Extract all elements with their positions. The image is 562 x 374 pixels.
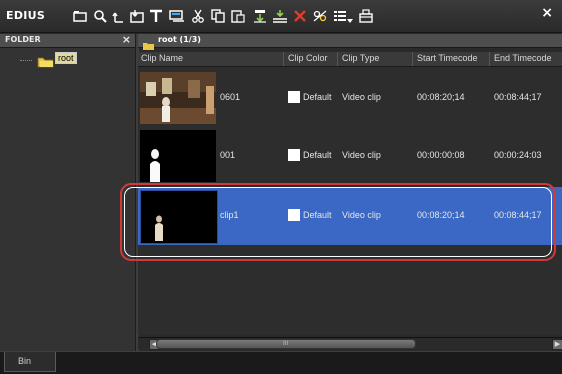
column-clip-type[interactable]: Clip Type (342, 53, 379, 63)
add-sequence-icon[interactable] (169, 8, 185, 24)
column-separator (337, 52, 338, 66)
clip-color-swatch[interactable] (288, 91, 300, 103)
bin-window: EDIUS × FOLDER × root root (1/3) Clip Na… (0, 0, 562, 374)
column-header-row: Clip Name Clip Color Clip Type Start Tim… (138, 52, 562, 67)
start-timecode: 00:08:20;14 (417, 210, 465, 220)
tab-bin-label: Bin (18, 356, 32, 366)
column-separator (489, 52, 490, 66)
cut-icon[interactable] (190, 8, 206, 24)
clip-thumbnail[interactable] (140, 190, 218, 244)
clip-list: 0601 Default Video clip 00:08:20;14 00:0… (138, 67, 562, 335)
chevron-down-icon[interactable] (346, 13, 354, 29)
toolbar: EDIUS × (0, 0, 562, 33)
tab-bin[interactable]: Bin (4, 352, 56, 372)
end-timecode: 00:00:24:03 (494, 150, 542, 160)
table-row[interactable]: 0601 Default Video clip 00:08:20;14 00:0… (138, 69, 562, 127)
folder-panel-close-icon[interactable]: × (122, 33, 131, 46)
properties-icon[interactable] (312, 8, 328, 24)
clip-color: Default (303, 150, 332, 160)
search-icon[interactable] (92, 8, 108, 24)
paste-icon[interactable] (230, 8, 246, 24)
clip-panel-header: root (1/3) (138, 34, 562, 50)
app-logo: EDIUS (6, 9, 46, 22)
column-end-timecode[interactable]: End Timecode (494, 53, 552, 63)
bottom-tab-bar (0, 351, 562, 374)
end-timecode: 00:08:44;17 (494, 210, 542, 220)
clip-name: clip1 (220, 210, 239, 220)
copy-icon[interactable] (210, 8, 226, 24)
column-separator (412, 52, 413, 66)
current-folder-label: root (1/3) (158, 35, 201, 44)
clip-thumbnail[interactable] (140, 72, 216, 124)
clip-type: Video clip (342, 150, 381, 160)
clip-color: Default (303, 210, 332, 220)
table-row[interactable]: 001 Default Video clip 00:00:00:08 00:00… (138, 127, 562, 185)
folder-tree: root (0, 48, 135, 351)
column-clip-name[interactable]: Clip Name (141, 53, 183, 63)
clip-type: Video clip (342, 210, 381, 220)
scrollbar-thumb[interactable]: III (156, 339, 416, 349)
folder-panel-header: FOLDER × (0, 33, 135, 48)
title-icon[interactable] (148, 8, 164, 24)
start-timecode: 00:00:00:08 (417, 150, 465, 160)
scrollbar-grip: III (283, 340, 289, 347)
tree-item-root[interactable]: root (55, 52, 77, 64)
scroll-right-icon[interactable]: ▶ (552, 339, 562, 350)
folder-icon (37, 53, 54, 72)
clip-color-swatch[interactable] (288, 209, 300, 221)
clip-type: Video clip (342, 92, 381, 102)
new-bin-icon[interactable] (72, 8, 88, 24)
tree-connector (20, 60, 32, 61)
column-start-timecode[interactable]: Start Timecode (417, 53, 478, 63)
bin-menu-icon[interactable] (358, 8, 374, 24)
end-timecode: 00:08:44;17 (494, 92, 542, 102)
up-folder-icon[interactable] (110, 8, 126, 24)
delete-icon[interactable] (292, 8, 308, 24)
add-to-timeline-icon[interactable] (252, 8, 268, 24)
clip-thumbnail[interactable] (140, 130, 216, 182)
clip-color-swatch[interactable] (288, 149, 300, 161)
horizontal-scrollbar[interactable]: ◀ III ▶ (138, 337, 562, 350)
table-row-selected[interactable]: clip1 Default Video clip 00:08:20;14 00:… (138, 187, 562, 245)
column-clip-color[interactable]: Clip Color (288, 53, 328, 63)
insert-icon[interactable] (272, 8, 288, 24)
close-icon[interactable]: × (541, 5, 553, 21)
start-timecode: 00:08:20;14 (417, 92, 465, 102)
folder-panel-title: FOLDER (5, 35, 41, 44)
clip-name: 0601 (220, 92, 241, 102)
clip-name: 001 (220, 150, 236, 160)
open-icon[interactable] (129, 8, 145, 24)
column-separator (283, 52, 284, 66)
clip-color: Default (303, 92, 332, 102)
